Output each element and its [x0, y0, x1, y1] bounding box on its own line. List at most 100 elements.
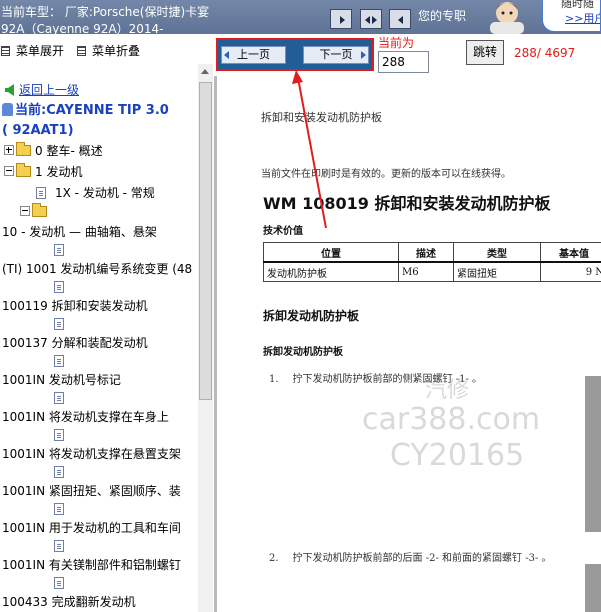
document-icon[interactable]: [54, 574, 64, 592]
watermark: 汽修: [425, 378, 470, 403]
step-number: 1.: [269, 374, 279, 385]
scroll-left-button[interactable]: [389, 9, 411, 29]
tree-node-label: 1001IN 发动机号标记: [2, 373, 121, 387]
tree-node-label: 10 - 发动机 — 曲轴箱、悬架: [2, 225, 157, 239]
left-sidebar: 菜单展开 菜单折叠 返回上一级 当前:CAYENNE TIP 3.0 ( 92A…: [0, 34, 215, 612]
back-arrow-icon: [5, 84, 14, 96]
toggle-panels-button[interactable]: [360, 9, 382, 29]
document-icon[interactable]: [54, 463, 64, 481]
menu-expand-button[interactable]: 菜单展开: [1, 42, 64, 59]
spec-cell: M6: [398, 261, 454, 282]
next-page-label: 下一页: [319, 48, 353, 61]
doc-small-title: 拆卸和安装发动机防护板: [261, 111, 382, 124]
top-header-bar: 当前车型： 厂家:Porsche(保时捷)卡宴 92A（Cayenne 92A）…: [0, 0, 601, 36]
step-2-photo: [585, 564, 601, 612]
page-nav-group: 上一页 下一页: [216, 38, 374, 71]
step-2: 2. 拧下发动机防护板前部的后面 -2- 和前面的紧固螺钉 -3- 。: [269, 549, 552, 564]
document-icon[interactable]: [54, 500, 64, 518]
tree-node[interactable]: (TI) 1001 发动机编号系统变更 (48: [2, 260, 192, 278]
tree-node[interactable]: 100433 完成翻新发动机: [2, 593, 136, 611]
tree-node[interactable]: [20, 203, 51, 221]
document-icon[interactable]: [54, 352, 64, 370]
prev-page-button[interactable]: 上一页: [221, 46, 286, 64]
expand-icon[interactable]: [4, 145, 14, 155]
tree-node[interactable]: 1001IN 紧固扭矩、紧固顺序、装: [2, 482, 181, 500]
tree-node-label: 1001IN 将发动机支撑在车身上: [2, 410, 169, 424]
user-link[interactable]: >>用户: [565, 10, 600, 26]
sidebar-scrollbar[interactable]: [198, 64, 213, 612]
folder-open-icon: [16, 163, 31, 177]
model-code: ( 92AAT1): [2, 123, 74, 138]
tree-node[interactable]: 0 整车- 概述: [4, 142, 103, 160]
menu-collapse-button[interactable]: 菜单折叠: [77, 42, 140, 59]
tree-node-label: 1001IN 用于发动机的工具和车间: [2, 521, 181, 535]
current-model-code: ( 92AAT1): [2, 121, 74, 140]
page-count: 288/ 4697: [514, 46, 576, 60]
watermark: car388.com: [362, 402, 541, 437]
back-link[interactable]: 返回上一级: [19, 83, 79, 97]
tree-node-label: 1001IN 紧固扭矩、紧固顺序、装: [2, 484, 181, 498]
tree-node[interactable]: 1001IN 将发动机支撑在悬置支架: [2, 445, 181, 463]
page-toolbar: 上一页 下一页 当前为 跳转 288/ 4697: [214, 34, 601, 76]
mascot-icon: [490, 2, 524, 34]
tree-node-label: 1 发动机: [35, 165, 83, 179]
tree-node[interactable]: 1 发动机: [4, 163, 82, 181]
spec-header: 类型: [453, 242, 541, 263]
tree-node-label: 1001IN 有关镁制部件和铝制螺钉: [2, 558, 181, 572]
vehicle-model-line: 当前车型： 厂家:Porsche(保时捷)卡宴: [1, 5, 210, 19]
collapse-icon[interactable]: [4, 166, 14, 176]
jump-button[interactable]: 跳转: [466, 40, 504, 65]
tree-node[interactable]: 1001IN 将发动机支撑在车身上: [2, 408, 169, 426]
menu-collapse-label: 菜单折叠: [92, 44, 141, 58]
tree-node[interactable]: 100119 拆卸和安装发动机: [2, 297, 148, 315]
service-ad-box: 随时随 >>用户: [542, 0, 601, 32]
next-page-button[interactable]: 下一页: [303, 46, 369, 64]
watermark: CY20165: [390, 438, 525, 473]
document-icon[interactable]: [54, 389, 64, 407]
tree-node[interactable]: 10 - 发动机 — 曲轴箱、悬架: [2, 223, 157, 241]
arrow-right-icon: [372, 16, 377, 24]
collapse-icon[interactable]: [20, 206, 30, 216]
doc-title: WM 108019 拆卸和安装发动机防护板: [263, 194, 551, 213]
table-row: 发动机防护板 M6 紧固扭矩 9 N: [263, 261, 601, 282]
back-link-row[interactable]: 返回上一级: [5, 81, 79, 99]
tree-node-label: 1001IN 将发动机支撑在悬置支架: [2, 447, 181, 461]
document-icon[interactable]: [54, 241, 64, 259]
tree-node-label: 100119 拆卸和安装发动机: [2, 299, 148, 313]
doc-validity-note: 当前文件在印刷时是有效的。更新的版本可以在线获得。: [261, 169, 511, 180]
tree-node[interactable]: 1001IN 用于发动机的工具和车间: [2, 519, 181, 537]
scroll-up-icon[interactable]: [201, 69, 209, 74]
arrow-right-icon: [361, 51, 366, 59]
tree-node[interactable]: 1001IN 有关镁制部件和铝制螺钉: [2, 556, 181, 574]
document-icon[interactable]: [54, 537, 64, 555]
prev-page-label: 上一页: [237, 48, 270, 61]
tree-node-label: (TI) 1001 发动机编号系统变更 (48: [2, 262, 193, 276]
section-heading: 拆卸发动机防护板: [263, 309, 360, 323]
tree-node[interactable]: 100137 分解和装配发动机: [2, 334, 148, 352]
current-model: 当前:CAYENNE TIP 3.0: [2, 101, 169, 120]
spec-cell: 发动机防护板: [263, 261, 399, 282]
tree-node-label: 100137 分解和装配发动机: [2, 336, 148, 350]
current-model-label: 当前:CAYENNE TIP 3.0: [15, 103, 169, 118]
step-text: 拧下发动机防护板前部的后面 -2- 和前面的紧固螺钉 -3- 。: [292, 553, 552, 564]
arrow-left-icon: [365, 16, 370, 24]
list-icon: [1, 46, 10, 56]
page-number-input[interactable]: [378, 51, 429, 73]
tree-node-label: 100433 完成翻新发动机: [2, 595, 136, 609]
car-icon: [2, 103, 13, 116]
document-icon[interactable]: [54, 426, 64, 444]
scroll-right-button[interactable]: [330, 9, 352, 29]
document-icon[interactable]: [54, 315, 64, 333]
tree-node[interactable]: 1001IN 发动机号标记: [2, 371, 121, 389]
sub-heading: 拆卸发动机防护板: [263, 347, 343, 358]
tree-node-label: 0 整车- 概述: [35, 144, 103, 158]
list-icon: [77, 46, 86, 56]
document-icon[interactable]: [54, 278, 64, 296]
tree-node[interactable]: 1X - 发动机 - 常规: [36, 184, 155, 202]
spec-header: 基本值: [540, 242, 601, 263]
scrollbar-thumb[interactable]: [199, 82, 212, 400]
arrow-left-icon: [224, 51, 229, 59]
arrow-right-icon: [340, 16, 345, 24]
header-tip-text: 您的专职: [418, 9, 467, 23]
step-number: 2.: [269, 553, 279, 564]
